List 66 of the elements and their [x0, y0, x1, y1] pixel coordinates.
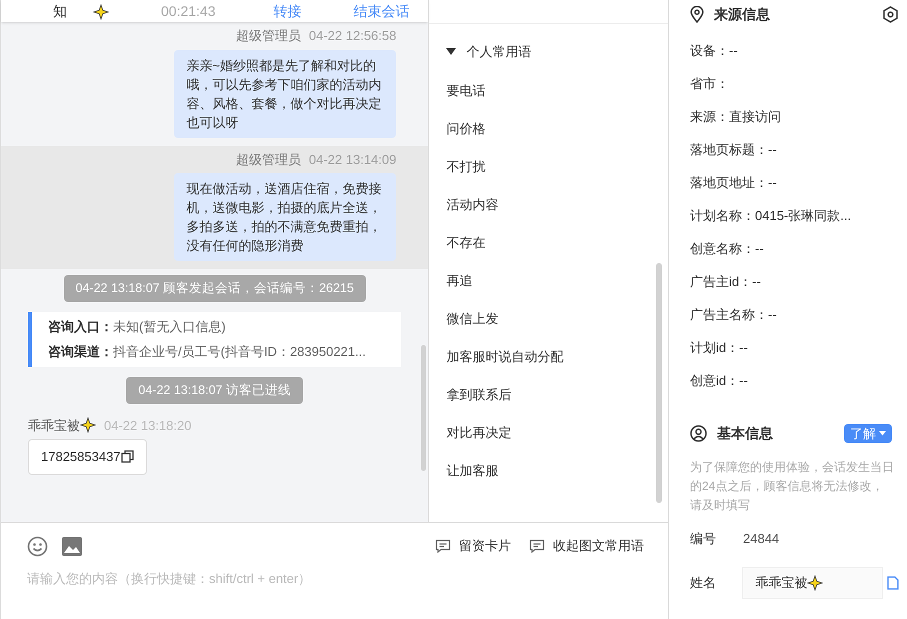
- visitor-name: 知: [53, 2, 67, 20]
- field-value: 24844: [743, 530, 780, 548]
- sparkle-icon: [80, 417, 96, 434]
- source-field: 落地页标题：--: [690, 140, 899, 159]
- session-duration: 00:21:43: [161, 2, 216, 20]
- sparkle-icon: [807, 574, 824, 590]
- phrase-item[interactable]: 对比再决定: [446, 422, 512, 442]
- note-icon: [435, 539, 451, 553]
- phrase-item[interactable]: 活动内容: [446, 194, 498, 214]
- notice-text: 为了保障您的使用体验，会话发生当日的24点之后，顾客信息将无法修改，请及时填写: [690, 459, 895, 514]
- toolbar-button[interactable]: 留资卡片: [435, 536, 511, 556]
- location-pin-icon: [690, 6, 704, 22]
- phrase-item[interactable]: 再追: [446, 270, 472, 290]
- source-field: 计划id：--: [690, 338, 899, 357]
- message-bubble: 亲亲~婚纱照都是先了解和对比的哦，可以先参考下咱们家的活动内容、风格、套餐，做个对比再决定也可以呀: [174, 50, 396, 138]
- field-label: 编号: [690, 530, 717, 548]
- copy-icon[interactable]: [120, 450, 134, 464]
- phrase-item[interactable]: 不存在: [446, 232, 486, 252]
- phrase-item[interactable]: 要电话: [446, 80, 486, 100]
- source-field: 设备：--: [690, 41, 899, 60]
- source-field: 广告主名称：--: [690, 305, 899, 324]
- message-time: 04-22 13:14:09: [308, 150, 396, 168]
- caret-icon: [879, 431, 886, 436]
- message-bubble: 现在做活动，送酒店住宿，免费接机，送微电影，拍摄的底片全送，多拍多送，拍的不满意免费重拍，没有任何的隐形消费: [174, 173, 396, 261]
- source-field: 计划名称：0415-张琳同款...: [690, 206, 899, 225]
- source-field: 创意id：--: [690, 371, 899, 390]
- sender-name: 超级管理员: [236, 27, 301, 45]
- caret-icon[interactable]: [446, 48, 456, 56]
- sender-name: 超级管理员: [236, 150, 301, 168]
- message-time: 04-22 13:18:20: [104, 416, 192, 434]
- phone-number: 17825853437: [41, 448, 121, 466]
- section-title: 基本信息: [717, 424, 773, 443]
- phrase-item[interactable]: 让加客服: [446, 460, 498, 480]
- phrase-item[interactable]: 微信上发: [446, 308, 498, 328]
- system-notice: 04-22 13:18:07 访客已进线: [126, 376, 303, 404]
- document-icon[interactable]: [887, 576, 899, 590]
- scrollbar[interactable]: [656, 263, 662, 503]
- entry-label: 咨询渠道：: [48, 343, 113, 362]
- phrase-group-title: 个人常用语: [466, 43, 532, 61]
- phrase-item[interactable]: 加客服时说自动分配: [446, 346, 564, 366]
- source-field: 创意名称：--: [690, 239, 899, 258]
- source-field: 省市：: [690, 74, 899, 93]
- phrase-item[interactable]: 问价格: [446, 118, 486, 138]
- source-field: 来源：直接访问: [690, 107, 899, 126]
- phrase-item[interactable]: 拿到联系后: [446, 384, 512, 404]
- sender-name: 乖乖宝被: [28, 416, 80, 434]
- system-notice: 04-22 13:18:07 顾客发起会话，会话编号：26215: [64, 275, 366, 302]
- source-field: 广告主id：--: [690, 272, 899, 291]
- user-icon: [690, 425, 707, 442]
- message-time: 04-22 12:56:58: [308, 27, 396, 45]
- settings-icon[interactable]: [882, 6, 899, 22]
- emoji-icon[interactable]: [27, 536, 48, 556]
- source-field: 落地页地址：--: [690, 173, 899, 192]
- scrollbar[interactable]: [421, 345, 426, 471]
- entry-value: 未知(暂无入口信息): [113, 318, 226, 336]
- sparkle-icon: [93, 4, 109, 20]
- image-icon[interactable]: [62, 536, 82, 556]
- name-field[interactable]: 乖乖宝被: [742, 566, 884, 598]
- entry-label: 咨询入口：: [48, 318, 113, 336]
- message-input[interactable]: 请输入您的内容（换行快捷键：shift/ctrl + enter）: [27, 569, 642, 588]
- section-title: 来源信息: [714, 4, 770, 24]
- field-label: 姓名: [690, 574, 717, 592]
- note-icon: [529, 539, 545, 553]
- phrase-item[interactable]: 不打扰: [446, 156, 486, 176]
- entry-value: 抖音企业号/员工号(抖音号ID：283950221...: [113, 343, 366, 362]
- toolbar-button[interactable]: 收起图文常用语: [529, 536, 644, 556]
